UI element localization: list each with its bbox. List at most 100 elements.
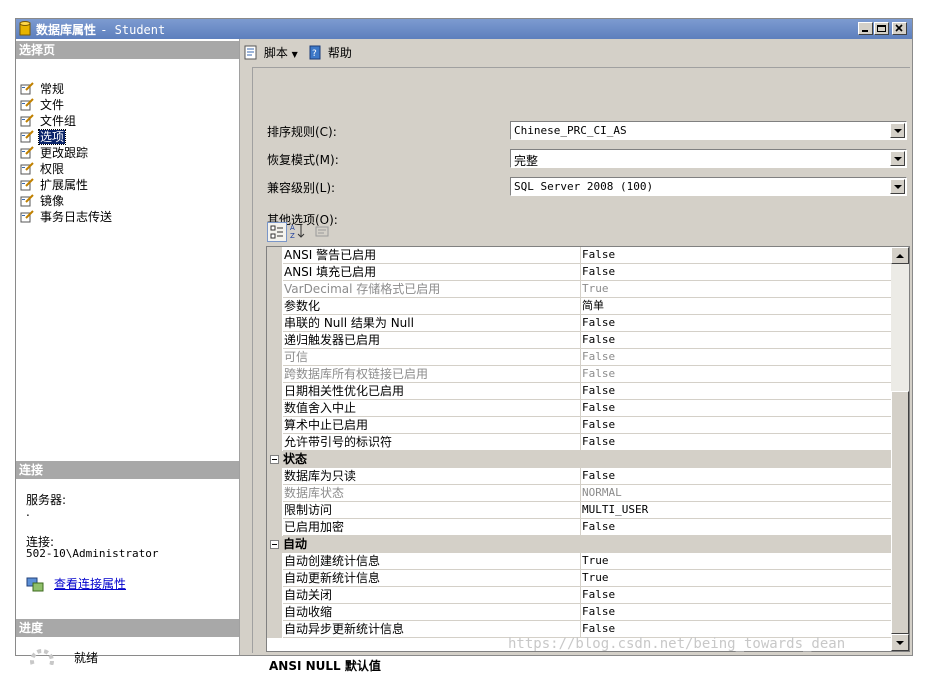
view-connection-properties-link[interactable]: 查看连接属性	[54, 575, 126, 592]
database-icon	[19, 21, 31, 36]
property-row[interactable]: 日期相关性优化已启用 False	[267, 383, 893, 400]
property-description: ANSI NULL 默认值	[266, 654, 910, 684]
recovery-model-select[interactable]: 完整	[510, 149, 907, 168]
property-value[interactable]: False	[580, 315, 893, 332]
row-gutter	[267, 502, 282, 519]
property-row[interactable]: 数值舍入中止 False	[267, 400, 893, 417]
help-button[interactable]: ? 帮助	[308, 44, 352, 61]
row-gutter	[267, 298, 282, 315]
property-value[interactable]: MULTI_USER	[580, 502, 893, 519]
property-row[interactable]: 已启用加密 False	[267, 519, 893, 536]
watermark: https://blog.csdn.net/being_towards_dean	[508, 636, 846, 652]
property-value[interactable]: False	[580, 417, 893, 434]
row-gutter	[267, 366, 282, 383]
property-value[interactable]: False	[580, 247, 893, 264]
scroll-thumb[interactable]	[891, 391, 909, 634]
property-row[interactable]: 算术中止已启用 False	[267, 417, 893, 434]
property-row[interactable]: 自动关闭 False	[267, 587, 893, 604]
property-value[interactable]: False	[580, 400, 893, 417]
title-bar[interactable]: 数据库属性 - Student	[16, 19, 912, 39]
page-item[interactable]: 权限	[20, 162, 65, 177]
scroll-up-button[interactable]	[891, 247, 909, 264]
property-name: 递归触发器已启用	[283, 332, 581, 349]
row-gutter	[267, 315, 282, 332]
row-gutter	[267, 570, 282, 587]
page-item[interactable]: 扩展属性	[20, 178, 89, 193]
property-row[interactable]: 自动收缩 False	[267, 604, 893, 621]
property-name: 参数化	[283, 298, 581, 315]
property-value[interactable]: False	[580, 332, 893, 349]
page-item-label: 镜像	[40, 194, 65, 208]
property-row[interactable]: 数据库状态 NORMAL	[267, 485, 893, 502]
page-item[interactable]: 选项	[20, 129, 67, 145]
maximize-button[interactable]	[874, 22, 889, 35]
property-row[interactable]: 数据库为只读 False	[267, 468, 893, 485]
page-item[interactable]: 文件	[20, 98, 65, 113]
property-row[interactable]: 允许带引号的标识符 False	[267, 434, 893, 451]
property-page-icon	[20, 82, 34, 95]
connection-value: 502-10\Administrator	[26, 547, 159, 560]
property-value[interactable]: True	[580, 570, 893, 587]
property-category[interactable]: 状态	[267, 451, 891, 468]
compatibility-level-label: 兼容级别(L):	[267, 181, 336, 195]
alphabetical-view-button[interactable]: A Z	[289, 222, 309, 242]
property-value[interactable]: 简单	[580, 298, 893, 315]
page-item[interactable]: 镜像	[20, 194, 65, 209]
collapse-icon[interactable]	[270, 455, 279, 464]
page-item[interactable]: 文件组	[20, 114, 77, 129]
property-row[interactable]: 串联的 Null 结果为 Null False	[267, 315, 893, 332]
chevron-down-icon[interactable]	[890, 151, 905, 166]
property-value[interactable]: False	[580, 519, 893, 536]
script-button[interactable]: 脚本 ▼	[244, 44, 298, 61]
property-value[interactable]: False	[580, 468, 893, 485]
page-item[interactable]: 常规	[20, 82, 65, 97]
svg-text:A: A	[290, 224, 295, 232]
collation-select[interactable]: Chinese_PRC_CI_AS	[510, 121, 907, 140]
property-row[interactable]: 自动更新统计信息 True	[267, 570, 893, 587]
property-row[interactable]: 跨数据库所有权链接已启用 False	[267, 366, 893, 383]
collapse-icon[interactable]	[270, 540, 279, 549]
property-row[interactable]: ANSI 填充已启用 False	[267, 264, 893, 281]
page-item[interactable]: 事务日志传送	[20, 210, 113, 225]
property-value: False	[580, 366, 893, 383]
scroll-down-button[interactable]	[891, 634, 909, 651]
row-gutter	[267, 485, 282, 502]
page-item-label: 常规	[40, 82, 65, 96]
chevron-down-icon[interactable]	[890, 123, 905, 138]
property-name: ANSI 警告已启用	[283, 247, 581, 264]
property-name: 可信	[283, 349, 581, 366]
page-item-label: 权限	[40, 162, 65, 176]
property-value[interactable]: True	[580, 553, 893, 570]
property-row[interactable]: 递归触发器已启用 False	[267, 332, 893, 349]
property-value[interactable]: False	[580, 587, 893, 604]
grid-scrollbar[interactable]	[891, 247, 909, 651]
property-page-icon	[20, 194, 34, 207]
minimize-button[interactable]	[858, 22, 873, 35]
compatibility-level-select[interactable]: SQL Server 2008 (100)	[510, 177, 907, 196]
property-row[interactable]: 限制访问 MULTI_USER	[267, 502, 893, 519]
chevron-down-icon[interactable]	[890, 179, 905, 194]
property-value[interactable]: False	[580, 434, 893, 451]
connection-header: 连接	[16, 461, 239, 479]
collation-label: 排序规则(C):	[267, 125, 337, 139]
property-name: 数据库为只读	[283, 468, 581, 485]
page-item[interactable]: 更改跟踪	[20, 146, 89, 161]
property-name: 日期相关性优化已启用	[283, 383, 581, 400]
property-page-icon	[20, 210, 34, 223]
property-row[interactable]: 自动创建统计信息 True	[267, 553, 893, 570]
property-page-icon	[20, 114, 34, 127]
categorized-view-button[interactable]	[267, 222, 287, 242]
property-row[interactable]: 可信 False	[267, 349, 893, 366]
property-row[interactable]: 参数化 简单	[267, 298, 893, 315]
property-category[interactable]: 自动	[267, 536, 891, 553]
property-value[interactable]: False	[580, 383, 893, 400]
property-name: 自动更新统计信息	[283, 570, 581, 587]
page-item-label: 更改跟踪	[40, 146, 89, 160]
property-value[interactable]: False	[580, 604, 893, 621]
property-value[interactable]: False	[580, 264, 893, 281]
close-button[interactable]	[892, 22, 907, 35]
property-row[interactable]: ANSI 警告已启用 False	[267, 247, 893, 264]
property-row[interactable]: VarDecimal 存储格式已启用 True	[267, 281, 893, 298]
row-gutter	[267, 553, 282, 570]
property-name: 跨数据库所有权链接已启用	[283, 366, 581, 383]
